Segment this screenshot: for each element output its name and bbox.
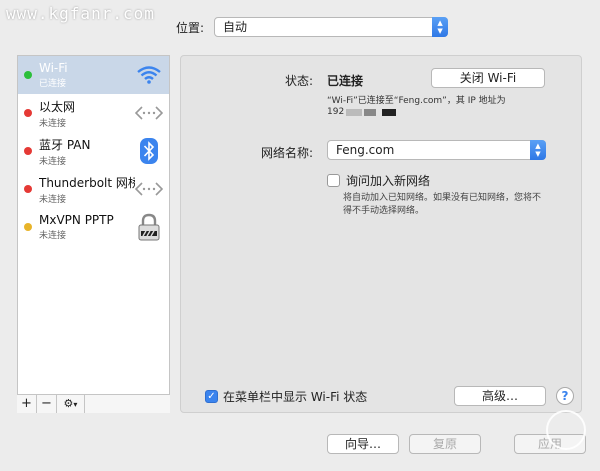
- service-item[interactable]: MxVPN PPTP 未连接: [18, 208, 169, 246]
- service-status: 未连接: [39, 118, 67, 129]
- ip-prefix: 192: [327, 107, 345, 117]
- service-name: MxVPN PPTP: [39, 213, 114, 227]
- wifi-icon: [135, 61, 163, 89]
- add-service-button[interactable]: +: [17, 395, 37, 413]
- ask-join-row: 询问加入新网络: [327, 172, 430, 189]
- ask-join-desc-line: 将自动加入已知网络。如果没有已知网络，您将不: [343, 193, 542, 203]
- service-item[interactable]: 蓝牙 PAN 未连接: [18, 132, 169, 170]
- detail-panel: 状态: 已连接 关闭 Wi-Fi “Wi-Fi”已连接至“Feng.com”，其…: [180, 55, 582, 413]
- service-status: 已连接: [39, 79, 67, 89]
- service-list: Wi-Fi 已连接 以太网 未连接 蓝牙 PAN 未连接 Thunderbolt 网桥 未连接…: [17, 55, 170, 413]
- thunderbolt-bridge-icon: [135, 175, 163, 203]
- ip-redacted-block: [346, 108, 363, 116]
- network-name-label: 网络名称:: [261, 146, 314, 160]
- service-status: 未连接: [39, 194, 67, 205]
- popup-arrows-icon: ▲ ▼: [432, 17, 449, 37]
- service-name: Thunderbolt 网桥: [39, 175, 135, 190]
- watermark-logo: [546, 410, 586, 450]
- service-name: 蓝牙 PAN: [39, 137, 91, 152]
- vpn-lock-icon: [135, 213, 163, 241]
- status-dot: [24, 147, 32, 155]
- ask-join-desc-line: 得不手动选择网络。: [343, 206, 425, 216]
- service-status: 未连接: [39, 156, 67, 167]
- ask-join-description: 将自动加入已知网络。如果没有已知网络，您将不 得不手动选择网络。: [343, 192, 541, 218]
- remove-service-button[interactable]: −: [37, 395, 57, 413]
- service-status: 未连接: [39, 231, 67, 241]
- service-item[interactable]: 以太网 未连接: [18, 94, 169, 132]
- show-menubar-row: ✓ 在菜单栏中显示 Wi-Fi 状态: [205, 388, 367, 405]
- ask-join-checkbox[interactable]: [327, 174, 340, 187]
- ip-address-line: 192: [327, 107, 397, 117]
- show-menubar-checkbox[interactable]: ✓: [205, 390, 218, 403]
- service-item[interactable]: Wi-Fi 已连接: [18, 56, 169, 94]
- gear-icon: ⚙︎: [63, 397, 74, 410]
- popup-arrows-icon: ▲ ▼: [530, 140, 546, 160]
- service-list-toolbar: + − ⚙︎▾: [17, 394, 170, 413]
- status-dot: [24, 71, 32, 79]
- ip-redacted-block: [364, 108, 377, 116]
- location-label: 位置:: [176, 20, 205, 35]
- service-item[interactable]: Thunderbolt 网桥未连接: [18, 170, 169, 208]
- network-name-popup[interactable]: Feng.com ▲ ▼: [327, 140, 546, 160]
- service-name: Wi-Fi: [39, 61, 68, 75]
- service-actions-button[interactable]: ⚙︎▾: [57, 395, 85, 413]
- revert-button[interactable]: 复原: [409, 434, 481, 454]
- status-dot: [24, 109, 32, 117]
- status-label: 状态:: [285, 74, 314, 88]
- help-button[interactable]: ?: [556, 387, 574, 405]
- ask-join-label: 询问加入新网络: [346, 174, 431, 188]
- turn-off-wifi-button[interactable]: 关闭 Wi-Fi: [431, 68, 545, 88]
- chevron-down-icon: ▾: [73, 400, 78, 409]
- location-row: 位置: 自动 ▲ ▼: [176, 17, 449, 37]
- ip-redacted-block: [382, 108, 397, 116]
- location-popup[interactable]: 自动 ▲ ▼: [214, 17, 449, 37]
- assist-me-button[interactable]: 向导…: [327, 434, 399, 454]
- network-name-value: Feng.com: [336, 143, 395, 157]
- service-name: 以太网: [39, 99, 76, 114]
- status-value: 已连接: [327, 74, 364, 88]
- show-menubar-label: 在菜单栏中显示 Wi-Fi 状态: [223, 390, 368, 404]
- location-value: 自动: [223, 20, 248, 34]
- bluetooth-icon: [135, 137, 163, 165]
- status-dot: [24, 185, 32, 193]
- status-dot: [24, 223, 32, 231]
- status-description: “Wi-Fi”已连接至“Feng.com”，其 IP 地址为: [327, 96, 506, 106]
- watermark-text: www.kgfanr.com: [6, 4, 155, 23]
- advanced-button[interactable]: 高级…: [454, 386, 546, 406]
- ethernet-icon: [135, 99, 163, 127]
